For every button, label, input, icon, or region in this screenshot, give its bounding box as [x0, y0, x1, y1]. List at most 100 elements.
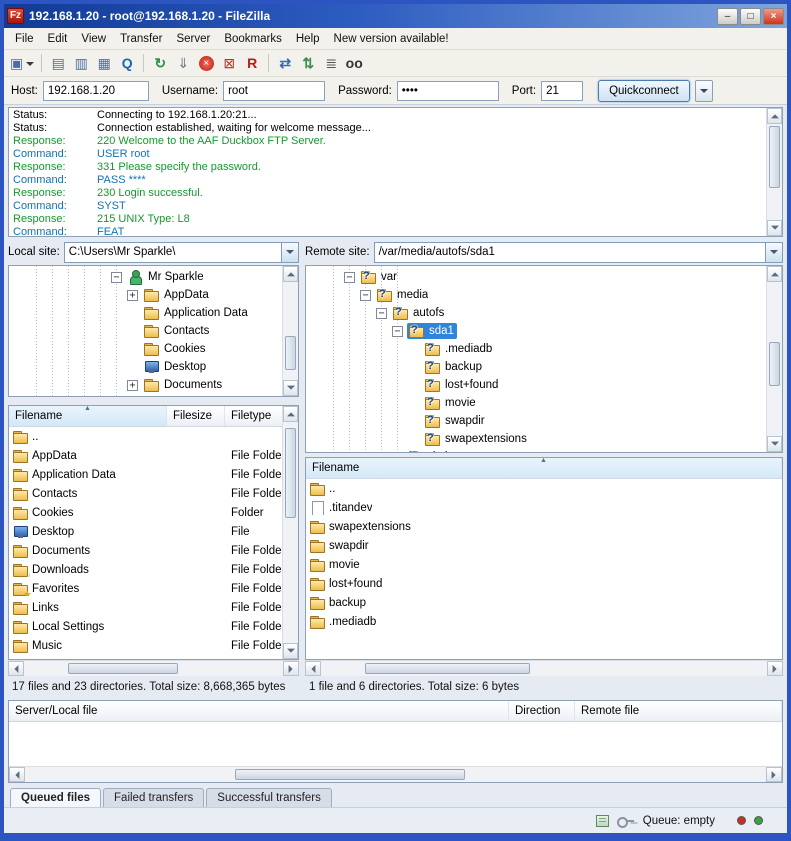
tab-successful-transfers[interactable]: Successful transfers	[206, 788, 332, 807]
quickconnect-button[interactable]: Quickconnect	[598, 80, 690, 102]
file-row-application-data[interactable]: Application DataFile Folder	[9, 465, 282, 484]
queue-hscrollbar[interactable]	[9, 766, 782, 782]
tree-item-swapextensions[interactable]: ?swapextensions	[306, 430, 766, 448]
file-row-swapdir[interactable]: swapdir	[306, 536, 782, 555]
quickconnect-dropdown-button[interactable]	[695, 80, 713, 102]
tree-item-mr-sparkle[interactable]: −Mr Sparkle	[9, 268, 282, 286]
tree-item-movie[interactable]: ?movie	[306, 394, 766, 412]
tree-item-desktop[interactable]: Desktop	[9, 358, 282, 376]
scroll-right-icon[interactable]	[766, 767, 782, 782]
scrollbar-thumb[interactable]	[769, 342, 780, 386]
scroll-up-icon[interactable]	[283, 406, 298, 422]
file-row-appdata[interactable]: AppDataFile Folder	[9, 446, 282, 465]
tree-item-mediadb[interactable]: ?.mediadb	[306, 340, 766, 358]
scrollbar-thumb[interactable]	[365, 663, 530, 674]
file-row-backup[interactable]: backup	[306, 593, 782, 612]
tree-item-media[interactable]: −?media	[306, 286, 766, 304]
file-row-contacts[interactable]: ContactsFile Folder	[9, 484, 282, 503]
menu-item-help[interactable]: Help	[289, 30, 327, 48]
scrollbar-thumb[interactable]	[285, 336, 296, 370]
host-input[interactable]	[43, 81, 149, 101]
scroll-left-icon[interactable]	[9, 767, 25, 782]
directory-listing-filters-button[interactable]: ≣	[320, 52, 342, 74]
collapse-icon[interactable]: −	[392, 326, 403, 337]
scroll-down-icon[interactable]	[283, 380, 298, 396]
file-row-links[interactable]: LinksFile Folder	[9, 598, 282, 617]
maximize-button[interactable]: □	[740, 8, 761, 25]
file-row-downloads[interactable]: ↓DownloadsFile Folder	[9, 560, 282, 579]
tree-item-backup[interactable]: ?backup	[306, 358, 766, 376]
collapse-icon[interactable]: −	[344, 272, 355, 283]
column-header-filename[interactable]: Filename▲	[9, 406, 167, 426]
local-hscrollbar[interactable]	[8, 660, 299, 676]
column-header-server-local-file[interactable]: Server/Local file	[9, 701, 509, 721]
reconnect-button[interactable]: R	[241, 52, 263, 74]
local-list-scrollbar[interactable]	[282, 406, 298, 659]
file-row-documents[interactable]: DocumentsFile Folder	[9, 541, 282, 560]
menu-item-transfer[interactable]: Transfer	[113, 30, 169, 48]
file-row-movie[interactable]: movie	[306, 555, 782, 574]
tree-item-downloads[interactable]: +Downloads	[9, 394, 282, 396]
scroll-up-icon[interactable]	[767, 266, 782, 282]
menu-item-file[interactable]: File	[8, 30, 41, 48]
password-input[interactable]	[397, 81, 499, 101]
cancel-button[interactable]: ×	[195, 52, 217, 74]
scrollbar-thumb[interactable]	[235, 769, 465, 780]
remote-site-combo[interactable]: /var/media/autofs/sda1	[374, 242, 783, 263]
file-row-mediadb[interactable]: .mediadb	[306, 612, 782, 631]
file-row-titandev[interactable]: .titandev	[306, 498, 782, 517]
file-row-lost-found[interactable]: lost+found	[306, 574, 782, 593]
scrollbar-thumb[interactable]	[285, 428, 296, 518]
scroll-right-icon[interactable]	[767, 661, 783, 676]
combo-dropdown-icon[interactable]	[765, 243, 782, 262]
site-manager-button[interactable]: ▣	[8, 52, 36, 74]
file-row-desktop[interactable]: DesktopFile	[9, 522, 282, 541]
tree-item-cookies[interactable]: Cookies	[9, 340, 282, 358]
scroll-down-icon[interactable]	[767, 436, 782, 452]
tree-item-sda1[interactable]: −?sda1	[306, 322, 766, 340]
log-scrollbar[interactable]	[766, 108, 782, 236]
local-site-path[interactable]: C:\Users\Mr Sparkle\	[65, 243, 281, 262]
disconnect-button[interactable]: ⊠	[218, 52, 240, 74]
combo-dropdown-icon[interactable]	[281, 243, 298, 262]
refresh-button[interactable]: ↻	[149, 52, 171, 74]
menu-item-view[interactable]: View	[74, 30, 113, 48]
titlebar[interactable]: Fz 192.168.1.20 - root@192.168.1.20 - Fi…	[4, 4, 787, 28]
compare-directories-button[interactable]: ⇄	[274, 52, 296, 74]
menu-item-bookmarks[interactable]: Bookmarks	[217, 30, 289, 48]
collapse-icon[interactable]: −	[376, 308, 387, 319]
toggle-local-tree-button[interactable]: ▥	[70, 52, 92, 74]
scroll-down-icon[interactable]	[283, 643, 298, 659]
tree-item-swapdir[interactable]: ?swapdir	[306, 412, 766, 430]
minimize-button[interactable]: –	[717, 8, 738, 25]
tree-item-contacts[interactable]: Contacts	[9, 322, 282, 340]
menu-item-server[interactable]: Server	[169, 30, 217, 48]
scrollbar-thumb[interactable]	[68, 663, 178, 674]
collapse-icon[interactable]: −	[111, 272, 122, 283]
column-header-filename[interactable]: Filename▲	[306, 458, 782, 478]
expand-icon[interactable]: +	[127, 380, 138, 391]
toggle-remote-tree-button[interactable]: ▦	[93, 52, 115, 74]
scroll-right-icon[interactable]	[283, 661, 299, 676]
scroll-left-icon[interactable]	[305, 661, 321, 676]
column-header-remote-file[interactable]: Remote file	[575, 701, 782, 721]
column-header-direction[interactable]: Direction	[509, 701, 575, 721]
collapse-icon[interactable]: −	[360, 290, 371, 301]
file-row-up[interactable]: ..	[9, 427, 282, 446]
process-queue-button[interactable]: ⇓	[172, 52, 194, 74]
local-site-combo[interactable]: C:\Users\Mr Sparkle\	[64, 242, 299, 263]
tree-item-autofs[interactable]: −?autofs	[306, 304, 766, 322]
synchronized-browsing-button[interactable]: ⇅	[297, 52, 319, 74]
scroll-down-icon[interactable]	[767, 220, 782, 236]
local-splitter[interactable]	[8, 397, 299, 405]
port-input[interactable]	[541, 81, 583, 101]
file-row-music[interactable]: MusicFile Folder	[9, 636, 282, 655]
toggle-queue-button[interactable]: Q	[116, 52, 138, 74]
expand-icon[interactable]: +	[392, 452, 403, 453]
toggle-message-log-button[interactable]: ▤	[47, 52, 69, 74]
file-row-up[interactable]: ..	[306, 479, 782, 498]
tree-item-application-data[interactable]: Application Data	[9, 304, 282, 322]
scroll-up-icon[interactable]	[767, 108, 782, 124]
tab-failed-transfers[interactable]: Failed transfers	[103, 788, 204, 807]
file-row-swapextensions[interactable]: swapextensions	[306, 517, 782, 536]
